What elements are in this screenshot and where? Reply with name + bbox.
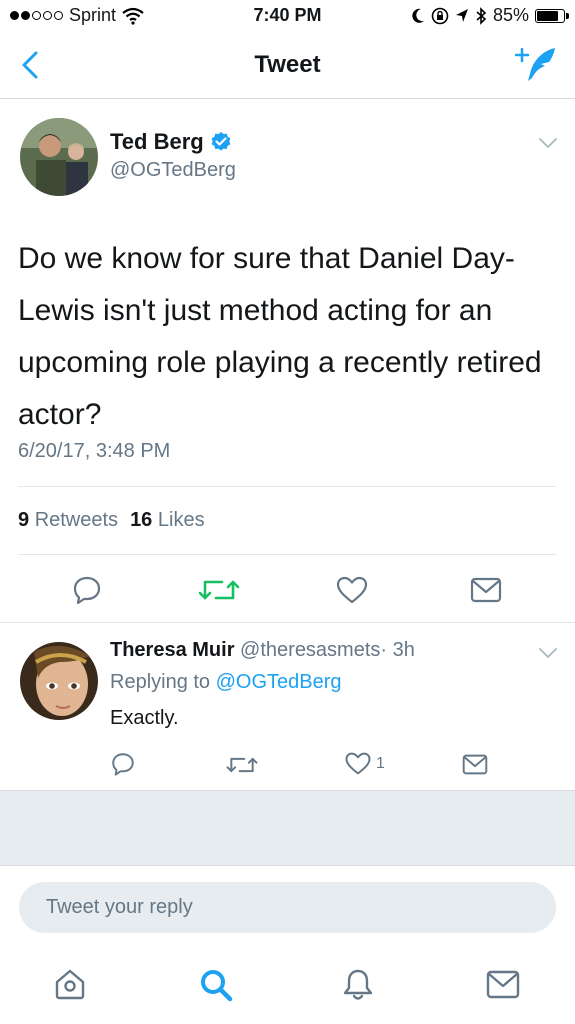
battery-icon [535,8,569,23]
page-title: Tweet [254,51,321,78]
reply-tweet[interactable]: Theresa Muir @theresasmets· 3h Replying … [0,622,575,791]
bluetooth-icon [476,6,487,25]
tweet-text: Do we know for sure that Daniel Day-Lewi… [18,242,542,431]
home-icon[interactable] [53,967,87,1001]
compose-tweet-icon[interactable] [515,46,559,84]
retweet-count: 9 [18,509,30,531]
author-handle[interactable]: @OGTedBerg [110,159,236,182]
conversation-spacer [0,790,575,866]
reply-input[interactable]: Tweet your reply [19,882,556,933]
reply-age: · 3h [380,639,415,661]
replying-to-line: Replying to @OGTedBerg [110,671,342,694]
messages-icon[interactable] [486,970,520,1000]
status-right: 85% [411,5,569,26]
search-icon[interactable] [198,967,234,1003]
verified-badge-icon [211,132,231,151]
reply-author-avatar[interactable] [20,642,98,720]
share-message-icon[interactable] [470,577,502,603]
divider [18,486,556,487]
like-icon[interactable] [335,575,369,605]
chevron-down-icon[interactable] [539,137,557,149]
reply-text: Exactly. [110,707,179,729]
navigation-bar: Tweet [0,34,575,99]
author-avatar[interactable] [20,118,98,196]
reply-author-handle[interactable]: @theresasmets [240,639,380,661]
retweet-icon[interactable] [226,754,258,776]
divider [18,554,556,555]
battery-percent: 85% [492,5,529,25]
share-message-icon[interactable] [462,754,488,775]
reply-input-placeholder: Tweet your reply [46,896,193,918]
location-icon [455,8,468,22]
replying-to-handle[interactable]: @OGTedBerg [216,671,342,693]
tweet-timestamp: 6/20/17, 3:48 PM [18,440,171,462]
retweet-label: Retweets [34,509,119,531]
like-count: 16 [130,509,153,531]
replying-prefix: Replying to [110,671,211,693]
notifications-bell-icon[interactable] [342,967,374,1003]
tab-bar [0,945,575,1024]
chevron-down-icon[interactable] [539,647,557,659]
reply-header: Theresa Muir @theresasmets· 3h [110,639,415,662]
moon-icon [412,8,424,23]
reply-like-group[interactable]: 1 [344,751,385,776]
author-name[interactable]: Ted Berg [110,129,204,155]
status-bar: Sprint 7:40 PM 85% [0,0,575,34]
like-label: Likes [157,509,205,531]
like-icon[interactable] [344,751,372,776]
reply-author-name[interactable]: Theresa Muir [110,639,234,661]
retweet-icon[interactable] [198,576,240,604]
retweet-stat[interactable]: 9 Retweets [18,509,118,532]
rotation-lock-icon [431,7,449,24]
reply-icon[interactable] [71,574,103,606]
like-stat[interactable]: 16 Likes [130,509,205,532]
reply-icon[interactable] [110,751,136,777]
author-name-group[interactable]: Ted Berg [110,129,232,155]
tweet-stats: 9 Retweets 16 Likes [18,509,205,532]
reply-like-count: 1 [376,754,385,772]
